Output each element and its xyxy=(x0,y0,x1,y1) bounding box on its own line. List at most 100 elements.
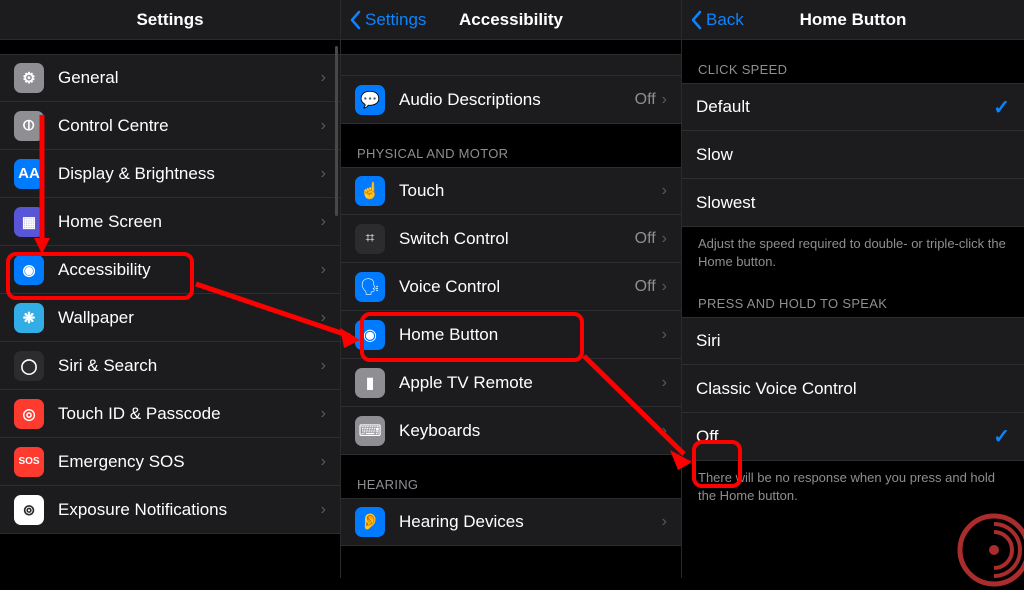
press-hold-list: Siri Classic Voice Control Off✓ xyxy=(682,317,1024,461)
row-label: Exposure Notifications xyxy=(58,500,321,520)
row-accessibility[interactable]: ◉Accessibility› xyxy=(0,246,340,294)
row-audio-descriptions[interactable]: 💬 Audio Descriptions Off › xyxy=(341,76,681,124)
chevron-right-icon: › xyxy=(321,117,326,135)
option-label: Default xyxy=(696,97,993,117)
row-home-button[interactable]: ◉Home Button› xyxy=(341,311,681,359)
back-label: Settings xyxy=(365,10,426,30)
row-switch-control[interactable]: ⌗Switch ControlOff› xyxy=(341,215,681,263)
ear-icon: 👂 xyxy=(355,507,385,537)
speech-icon: 💬 xyxy=(355,85,385,115)
scrollbar[interactable] xyxy=(335,46,338,216)
row-label: Emergency SOS xyxy=(58,452,321,472)
option-default[interactable]: Default✓ xyxy=(682,83,1024,131)
option-label: Off xyxy=(696,427,993,447)
row-label: Home Screen xyxy=(58,212,321,232)
home-icon: ◉ xyxy=(355,320,385,350)
keyboard-icon: ⌨ xyxy=(355,416,385,446)
row-exposure-notifications[interactable]: ⊚Exposure Notifications› xyxy=(0,486,340,534)
grid-icon: ▦ xyxy=(14,207,44,237)
chevron-right-icon: › xyxy=(321,261,326,279)
chevron-right-icon: › xyxy=(662,230,667,248)
chevron-right-icon: › xyxy=(321,69,326,87)
click-speed-list: Default✓ Slow Slowest xyxy=(682,83,1024,227)
row-label: Home Button xyxy=(399,325,662,345)
row-touch-id-passcode[interactable]: ◎Touch ID & Passcode› xyxy=(0,390,340,438)
row-label: Siri & Search xyxy=(58,356,321,376)
back-button[interactable]: Settings xyxy=(349,0,426,39)
row-keyboards[interactable]: ⌨ Keyboards› xyxy=(341,407,681,455)
chevron-right-icon: › xyxy=(321,213,326,231)
option-slowest[interactable]: Slowest xyxy=(682,179,1024,227)
chevron-right-icon: › xyxy=(321,309,326,327)
row-general[interactable]: ⚙ General› xyxy=(0,54,340,102)
option-off[interactable]: Off✓ xyxy=(682,413,1024,461)
section-header-press-hold: PRESS AND HOLD TO SPEAK xyxy=(682,274,1024,317)
row-home-screen[interactable]: ▦ Home Screen› xyxy=(0,198,340,246)
row-label: Voice Control xyxy=(399,277,635,297)
remote-icon: ▮ xyxy=(355,368,385,398)
settings-list: ⚙General›⦶Control Centre›AADisplay & Bri… xyxy=(0,54,340,534)
fingerprint-icon: ◎ xyxy=(14,399,44,429)
section-header-click-speed: CLICK SPEED xyxy=(682,40,1024,83)
exposure-icon: ⊚ xyxy=(14,495,44,525)
row-control-centre[interactable]: ⦶Control Centre› xyxy=(0,102,340,150)
row-label: Keyboards xyxy=(399,421,662,441)
back-button[interactable]: Back xyxy=(690,0,744,39)
gear-icon: ⚙ xyxy=(14,63,44,93)
chevron-right-icon: › xyxy=(321,165,326,183)
option-label: Siri xyxy=(696,331,1010,351)
back-label: Back xyxy=(706,10,744,30)
row-label: Apple TV Remote xyxy=(399,373,662,393)
chevron-right-icon: › xyxy=(321,405,326,423)
row-siri-search[interactable]: ◯ Siri & Search› xyxy=(0,342,340,390)
row-value: Off xyxy=(635,278,656,296)
accessibility-icon: ◉ xyxy=(14,255,44,285)
accessibility-pane: Settings Accessibility 💬 Audio Descripti… xyxy=(341,0,682,578)
row-label: General xyxy=(58,68,321,88)
row-voice-control[interactable]: 🗣Voice ControlOff› xyxy=(341,263,681,311)
section-footer-click-speed: Adjust the speed required to double- or … xyxy=(682,227,1024,274)
touch-icon: ☝ xyxy=(355,176,385,206)
option-siri[interactable]: Siri xyxy=(682,317,1024,365)
row-label: Switch Control xyxy=(399,229,635,249)
option-slow[interactable]: Slow xyxy=(682,131,1024,179)
row-emergency-sos[interactable]: SOS Emergency SOS› xyxy=(0,438,340,486)
checkmark-icon: ✓ xyxy=(993,424,1010,449)
chevron-right-icon: › xyxy=(321,453,326,471)
aa-icon: AA xyxy=(14,159,44,189)
chevron-right-icon: › xyxy=(662,91,667,109)
row-apple-tv-remote[interactable]: ▮Apple TV Remote› xyxy=(341,359,681,407)
page-title: Accessibility xyxy=(459,10,563,30)
row-display-brightness[interactable]: AA Display & Brightness› xyxy=(0,150,340,198)
row-label: Wallpaper xyxy=(58,308,321,328)
option-label: Slowest xyxy=(696,193,1010,213)
section-header-physical: PHYSICAL AND MOTOR xyxy=(341,124,681,167)
settings-pane: Settings ⚙General›⦶Control Centre›AADisp… xyxy=(0,0,341,578)
option-label: Slow xyxy=(696,145,1010,165)
section-header-hearing: HEARING xyxy=(341,455,681,498)
siri-icon: ◯ xyxy=(14,351,44,381)
physical-motor-list: ☝ Touch › ⌗ Switch Control Off › 🗣 Voice Control… xyxy=(341,167,681,455)
option-label: Classic Voice Control xyxy=(696,379,1010,399)
option-classic-voice-control[interactable]: Classic Voice Control xyxy=(682,365,1024,413)
navbar: Settings xyxy=(0,0,340,40)
row-wallpaper[interactable]: ❋Wallpaper› xyxy=(0,294,340,342)
row-label: Touch xyxy=(399,181,662,201)
watermark-icon xyxy=(954,510,1024,590)
chevron-right-icon: › xyxy=(662,422,667,440)
chevron-right-icon: › xyxy=(662,513,667,531)
chevron-right-icon: › xyxy=(321,357,326,375)
section-footer-press-hold: There will be no response when you press… xyxy=(682,461,1024,508)
row-value: Off xyxy=(635,91,656,109)
hearing-list: 👂 Hearing Devices› xyxy=(341,498,681,546)
navbar: Back Home Button xyxy=(682,0,1024,40)
home-button-pane: Back Home Button CLICK SPEED Default✓Slo… xyxy=(682,0,1024,578)
row-hearing-devices[interactable]: 👂 Hearing Devices› xyxy=(341,498,681,546)
sliders-icon: ⦶ xyxy=(14,111,44,141)
row-label: Display & Brightness xyxy=(58,164,321,184)
row-touch[interactable]: ☝Touch› xyxy=(341,167,681,215)
switch-icon: ⌗ xyxy=(355,224,385,254)
row-label: Hearing Devices xyxy=(399,512,662,532)
voice-icon: 🗣 xyxy=(355,272,385,302)
sos-icon: SOS xyxy=(14,447,44,477)
